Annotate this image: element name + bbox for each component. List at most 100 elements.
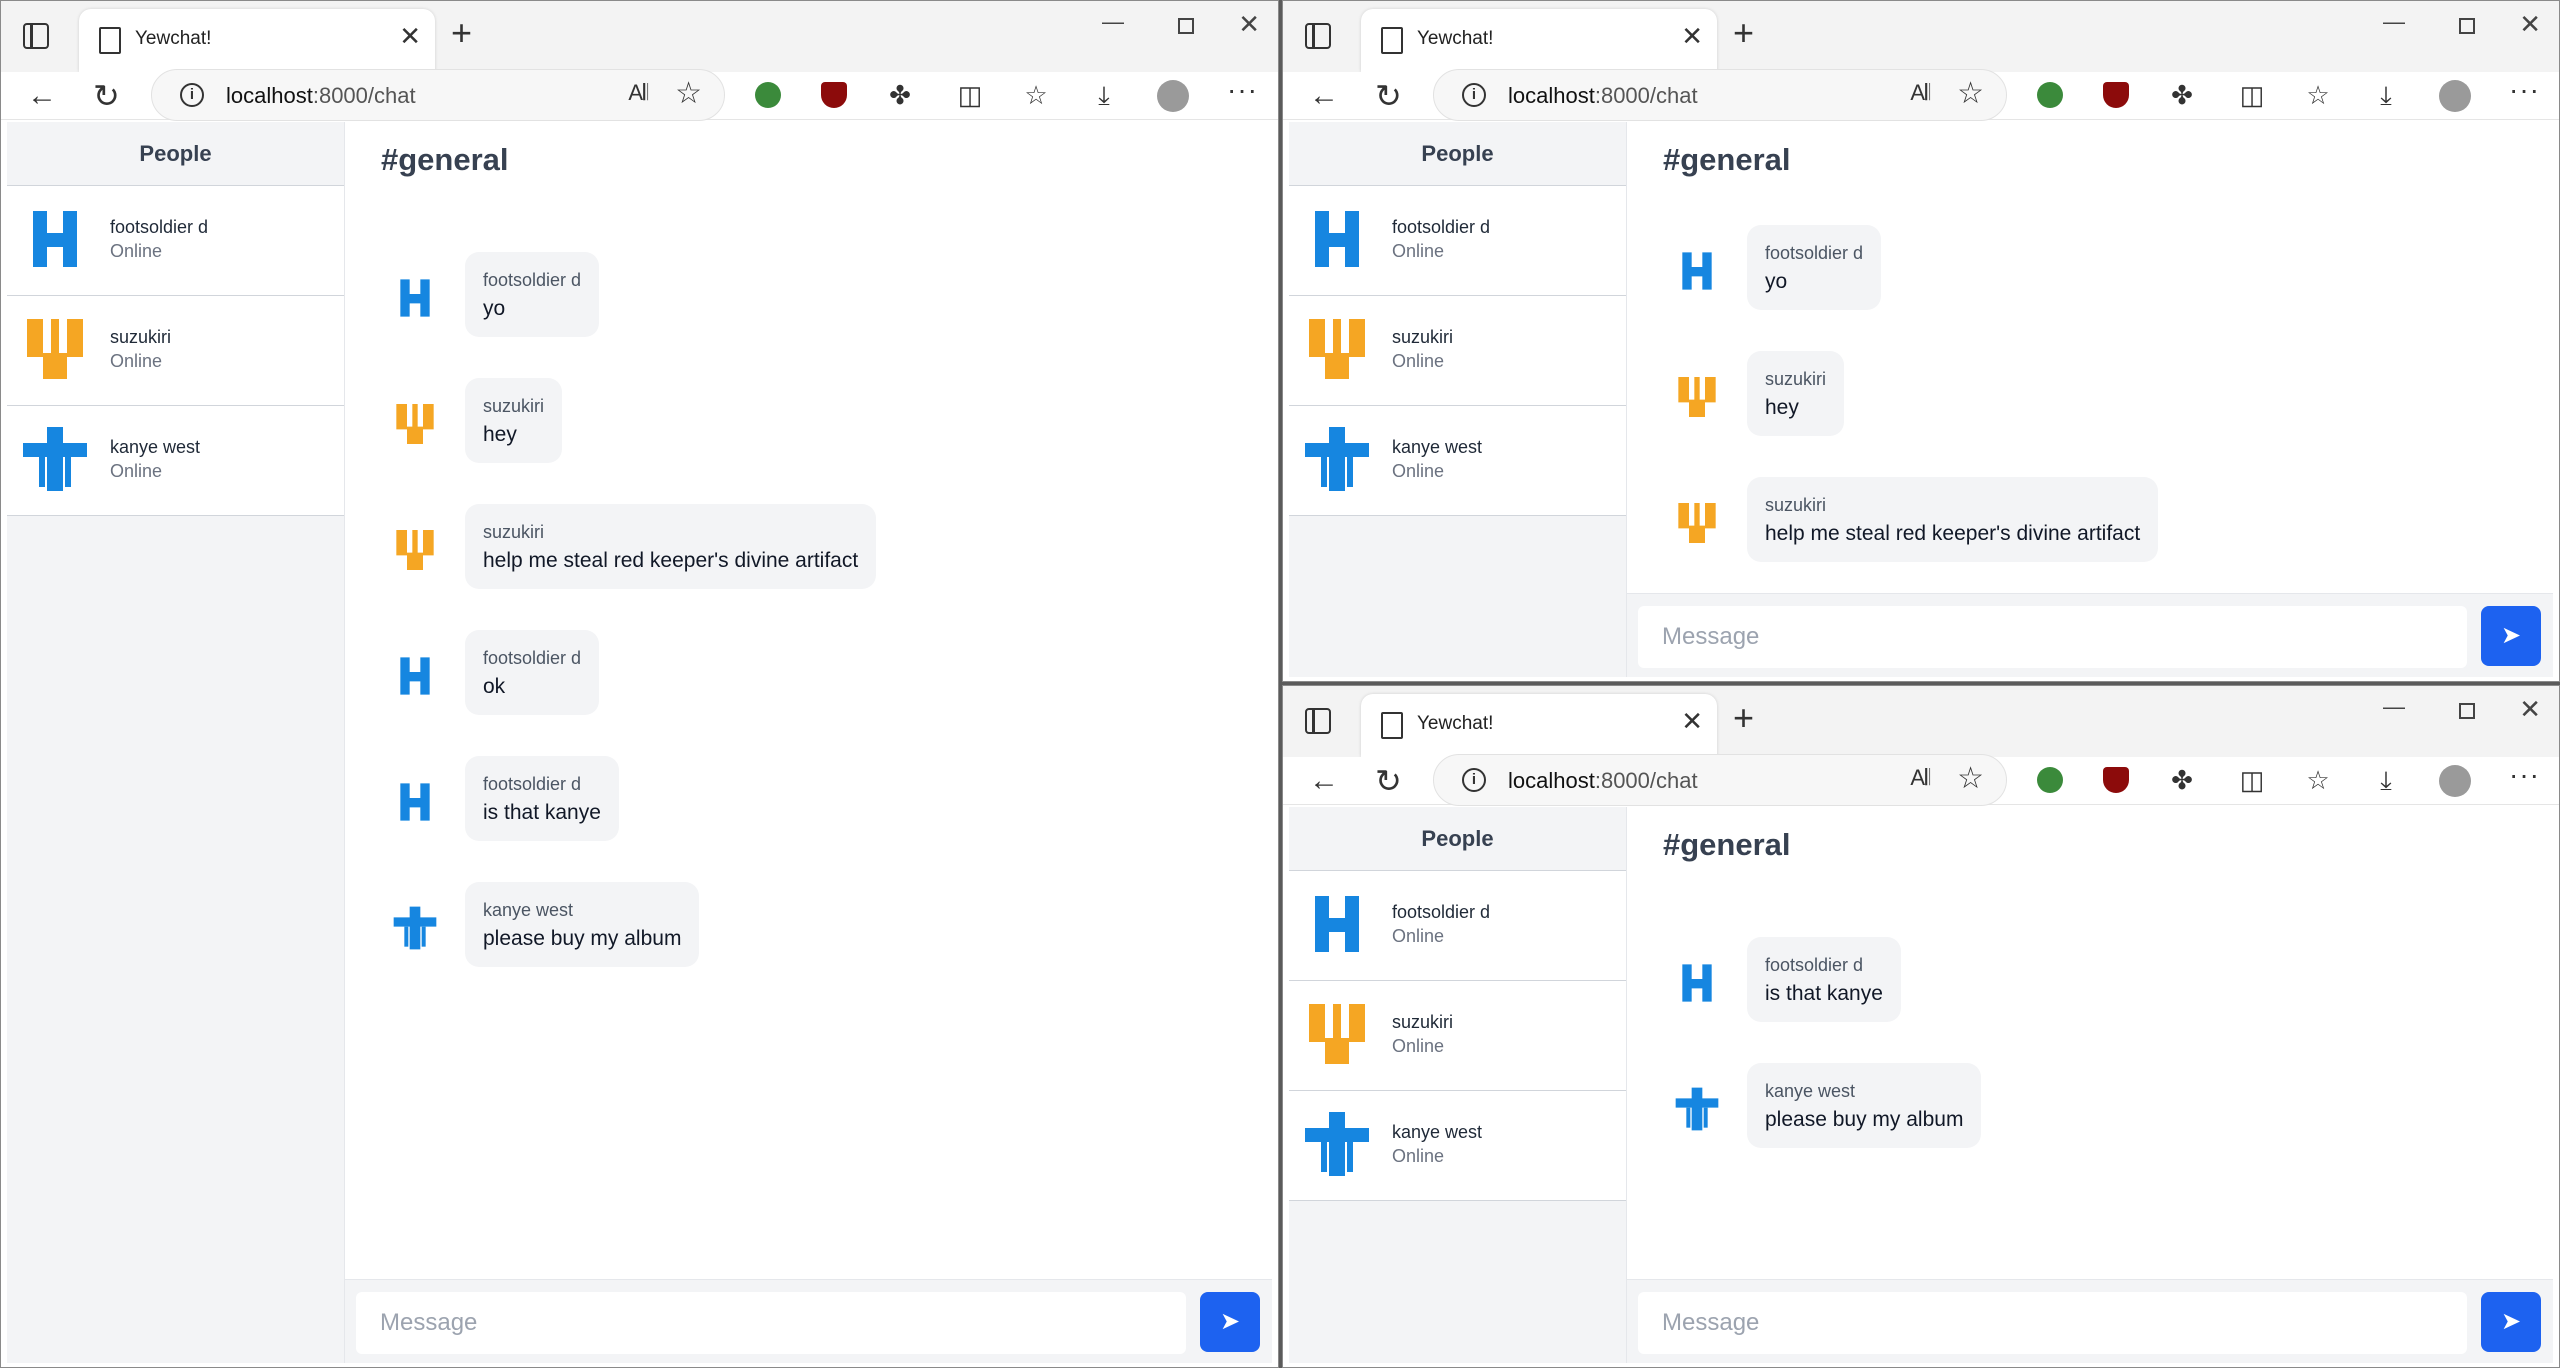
maximize-icon[interactable]	[2459, 703, 2475, 719]
downloads-icon[interactable]: ⤓	[1091, 82, 1117, 108]
address-bar-row: ← ↻ i localhost:8000/chat A𝄃 ☆ ✤ ◫ ☆ ⤓ ·…	[1283, 69, 2559, 121]
profile-avatar[interactable]	[2439, 80, 2471, 112]
back-icon[interactable]: ←	[1309, 759, 1339, 803]
chat-app: People footsoldier d Online suzukiri Onl…	[1289, 122, 2553, 677]
people-header: People	[7, 122, 344, 186]
person-item[interactable]: footsoldier d Online	[1289, 871, 1626, 981]
split-screen-icon[interactable]: ◫	[2239, 767, 2265, 793]
person-item[interactable]: kanye west Online	[7, 406, 344, 516]
downloads-icon[interactable]: ⤓	[2373, 767, 2399, 793]
message: footsoldier d is that kanye	[345, 756, 1272, 882]
person-item[interactable]: suzukiri Online	[1289, 981, 1626, 1091]
person-item[interactable]: suzukiri Online	[1289, 296, 1626, 406]
site-info-icon[interactable]: i	[1462, 768, 1486, 792]
message-text: help me steal red keeper's divine artifa…	[1765, 522, 2141, 545]
extension-shield-icon[interactable]	[2037, 767, 2063, 793]
extensions-icon[interactable]: ✤	[887, 82, 913, 108]
url-text: localhost:8000/chat	[1508, 83, 1698, 108]
favorites-icon[interactable]: ☆	[1023, 82, 1049, 108]
profile-avatar[interactable]	[2439, 765, 2471, 797]
people-header: People	[1289, 807, 1626, 871]
back-icon[interactable]: ←	[1309, 74, 1339, 118]
close-window-icon[interactable]: ✕	[2519, 9, 2541, 40]
browser-tab[interactable]: Yewchat! ✕	[1361, 694, 1717, 757]
favorite-star-icon[interactable]: ☆	[1957, 76, 1984, 111]
browser-window-bottom-right: Yewchat! ✕ + — ✕ ← ↻ i localhost:8000/ch…	[1282, 685, 2560, 1368]
message: suzukiri hey	[345, 378, 1272, 504]
message-input[interactable]	[1638, 1292, 2467, 1354]
read-aloud-icon[interactable]: A𝄃	[628, 80, 648, 106]
close-window-icon[interactable]: ✕	[2519, 694, 2541, 725]
avatar	[1678, 503, 1716, 543]
avatar	[19, 313, 91, 385]
message-text: hey	[1765, 396, 1799, 419]
browser-tab[interactable]: Yewchat! ✕	[1361, 9, 1717, 72]
message-bubble: footsoldier d yo	[1747, 225, 1882, 310]
more-menu-icon[interactable]: ···	[2509, 74, 2540, 106]
new-tab-button[interactable]: +	[451, 15, 472, 51]
profile-avatar[interactable]	[1157, 80, 1189, 112]
url-field[interactable]: i localhost:8000/chat A𝄃 ☆	[1433, 754, 2007, 806]
favorite-star-icon[interactable]: ☆	[1957, 761, 1984, 796]
minimize-icon[interactable]: —	[1102, 9, 1124, 35]
ublock-icon[interactable]	[821, 82, 847, 108]
more-menu-icon[interactable]: ···	[1227, 74, 1258, 106]
sidebar-toggle-icon[interactable]	[1305, 708, 1331, 734]
message-input[interactable]	[1638, 606, 2467, 668]
more-menu-icon[interactable]: ···	[2509, 759, 2540, 791]
new-tab-button[interactable]: +	[1733, 700, 1754, 736]
person-item[interactable]: footsoldier d Online	[1289, 186, 1626, 296]
person-status: Online	[1392, 461, 1445, 481]
person-item[interactable]: kanye west Online	[1289, 406, 1626, 516]
avatar	[400, 657, 430, 695]
person-item[interactable]: footsoldier d Online	[7, 186, 344, 296]
favorites-icon[interactable]: ☆	[2305, 82, 2331, 108]
browser-tab[interactable]: Yewchat! ✕	[79, 9, 435, 72]
avatar	[393, 906, 437, 950]
reload-icon[interactable]: ↻	[1375, 759, 1402, 803]
avatar	[1678, 377, 1716, 417]
downloads-icon[interactable]: ⤓	[2373, 82, 2399, 108]
site-info-icon[interactable]: i	[1462, 83, 1486, 107]
ublock-icon[interactable]	[2103, 82, 2129, 108]
close-tab-icon[interactable]: ✕	[399, 23, 421, 49]
split-screen-icon[interactable]: ◫	[957, 82, 983, 108]
split-screen-icon[interactable]: ◫	[2239, 82, 2265, 108]
person-status: Online	[1392, 351, 1445, 371]
close-tab-icon[interactable]: ✕	[1681, 23, 1703, 49]
channel-title: #general	[1663, 142, 1791, 177]
sidebar-toggle-icon[interactable]	[1305, 23, 1331, 49]
minimize-icon[interactable]: —	[2383, 694, 2405, 720]
sidebar-toggle-icon[interactable]	[23, 23, 49, 49]
maximize-icon[interactable]	[2459, 18, 2475, 34]
page-icon	[99, 27, 121, 54]
ublock-icon[interactable]	[2103, 767, 2129, 793]
new-tab-button[interactable]: +	[1733, 15, 1754, 51]
back-icon[interactable]: ←	[27, 74, 57, 118]
send-button[interactable]: ➤	[1200, 1292, 1260, 1352]
favorite-star-icon[interactable]: ☆	[675, 76, 702, 111]
person-item[interactable]: suzukiri Online	[7, 296, 344, 406]
send-button[interactable]: ➤	[2481, 606, 2541, 666]
maximize-icon[interactable]	[1178, 18, 1194, 34]
minimize-icon[interactable]: —	[2383, 9, 2405, 35]
favorites-icon[interactable]: ☆	[2305, 767, 2331, 793]
close-window-icon[interactable]: ✕	[1238, 9, 1260, 40]
message-bubble: footsoldier d ok	[465, 630, 600, 715]
extensions-icon[interactable]: ✤	[2169, 767, 2195, 793]
send-button[interactable]: ➤	[2481, 1292, 2541, 1352]
url-field[interactable]: i localhost:8000/chat A𝄃 ☆	[151, 69, 725, 121]
url-field[interactable]: i localhost:8000/chat A𝄃 ☆	[1433, 69, 2007, 121]
extension-shield-icon[interactable]	[2037, 82, 2063, 108]
read-aloud-icon[interactable]: A𝄃	[1910, 765, 1930, 791]
reload-icon[interactable]: ↻	[93, 74, 120, 118]
site-info-icon[interactable]: i	[180, 83, 204, 107]
message: kanye west please buy my album	[345, 882, 1272, 1008]
person-item[interactable]: kanye west Online	[1289, 1091, 1626, 1201]
close-tab-icon[interactable]: ✕	[1681, 708, 1703, 734]
extension-shield-icon[interactable]	[755, 82, 781, 108]
extensions-icon[interactable]: ✤	[2169, 82, 2195, 108]
read-aloud-icon[interactable]: A𝄃	[1910, 80, 1930, 106]
reload-icon[interactable]: ↻	[1375, 74, 1402, 118]
message-input[interactable]	[356, 1292, 1186, 1354]
